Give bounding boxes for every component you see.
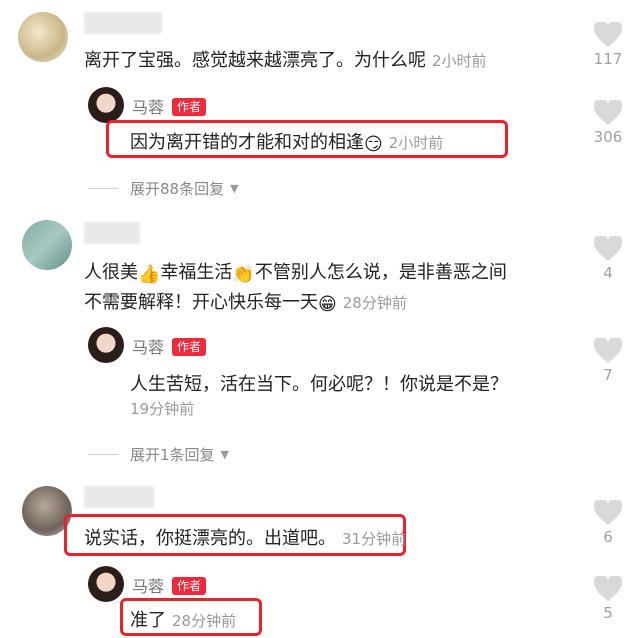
reply-text: 因为离开错的才能和对的相逢😏 2小时前 — [130, 132, 444, 155]
author-badge: 作者 — [172, 98, 207, 116]
reply-time: 28分钟前 — [172, 612, 237, 630]
author-badge: 作者 — [172, 338, 207, 356]
heart-icon — [594, 500, 622, 525]
like-button[interactable]: 117 — [588, 22, 628, 68]
heart-icon — [594, 22, 622, 47]
expand-replies[interactable]: 展开1条回复 ▼ — [88, 444, 229, 465]
like-button[interactable]: 4 — [588, 236, 628, 282]
heart-icon — [594, 576, 622, 601]
thumbs-up-emoji: 👍 — [138, 264, 161, 285]
grin-emoji: 😁 — [318, 294, 337, 315]
like-button[interactable]: 6 — [588, 500, 628, 546]
like-count: 306 — [593, 128, 623, 146]
commenter-avatar[interactable] — [22, 220, 72, 270]
like-count: 6 — [603, 528, 613, 546]
heart-icon — [594, 100, 622, 125]
reply-author[interactable]: 马蓉 作者 — [132, 94, 207, 118]
reply-author[interactable]: 马蓉 作者 — [132, 573, 207, 597]
reply-time: 19分钟前 — [130, 400, 195, 418]
author-avatar[interactable] — [88, 327, 124, 363]
commenter-avatar[interactable] — [18, 12, 68, 62]
comment-time: 28分钟前 — [342, 294, 407, 312]
like-count: 4 — [603, 264, 613, 282]
commenter-name[interactable] — [84, 486, 154, 508]
author-avatar[interactable] — [88, 87, 124, 123]
heart-icon — [594, 338, 622, 363]
author-badge: 作者 — [172, 577, 207, 595]
heart-icon — [594, 236, 622, 261]
expand-replies[interactable]: 展开88条回复 ▼ — [88, 178, 239, 199]
reply-author[interactable]: 马蓉 作者 — [132, 334, 207, 358]
like-count: 5 — [603, 604, 613, 622]
comment-text: 说实话，你挺漂亮的。出道吧。 31分钟前 — [84, 528, 407, 549]
smirk-emoji: 😏 — [364, 134, 383, 155]
caret-down-icon: ▼ — [230, 182, 239, 195]
reply-time: 2小时前 — [388, 134, 444, 152]
comment-text-line2: 不需要解释！开心快乐每一天😁 28分钟前 — [84, 292, 407, 315]
commenter-name[interactable] — [84, 222, 140, 244]
divider-line — [88, 188, 118, 189]
like-button[interactable]: 306 — [588, 100, 628, 146]
comment-text: 离开了宝强。感觉越来越漂亮了。为什么呢 2小时前 — [84, 50, 487, 71]
clapping-emoji: 👏 — [232, 264, 255, 285]
commenter-name[interactable] — [84, 12, 162, 34]
author-avatar[interactable] — [88, 566, 124, 602]
like-count: 7 — [603, 366, 613, 384]
like-count: 117 — [593, 50, 623, 68]
comment-time: 2小时前 — [432, 52, 487, 70]
divider-line — [88, 454, 118, 455]
reply-text: 人生苦短，活在当下。何必呢？！你说是不是？ — [130, 374, 508, 395]
comment-time: 31分钟前 — [342, 530, 407, 548]
like-button[interactable]: 5 — [588, 576, 628, 622]
comment-text: 人很美👍幸福生活👏不管别人怎么说，是非善恶之间 — [84, 262, 507, 285]
like-button[interactable]: 7 — [588, 338, 628, 384]
reply-text: 准了 28分钟前 — [130, 610, 237, 631]
caret-down-icon: ▼ — [220, 448, 230, 461]
